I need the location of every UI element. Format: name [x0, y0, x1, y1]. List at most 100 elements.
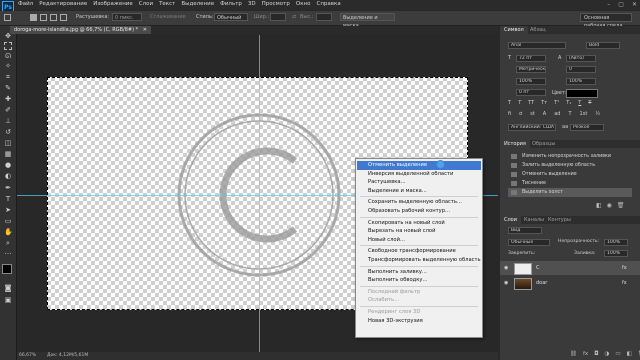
- type-tool-icon[interactable]: T: [4, 195, 12, 203]
- font-style-select[interactable]: Bold: [586, 42, 620, 49]
- context-menu-item[interactable]: Новая 3D-экструзия: [368, 317, 478, 326]
- vertical-guide[interactable]: [259, 35, 260, 352]
- history-item[interactable]: Тиснение: [508, 179, 632, 188]
- path-selection-tool-icon[interactable]: ➤: [4, 206, 12, 214]
- link-layers-icon[interactable]: ⛓: [570, 351, 577, 357]
- new-layer-icon[interactable]: ◧: [627, 351, 632, 357]
- leading-select[interactable]: (Авто): [566, 55, 596, 62]
- intersect-selection-icon[interactable]: [60, 14, 67, 21]
- close-button[interactable]: ✕: [632, 1, 637, 8]
- swash-button[interactable]: A: [543, 111, 546, 119]
- refine-edge-button[interactable]: Выделение и маска...: [340, 13, 395, 29]
- strikethrough-button[interactable]: T: [588, 100, 591, 108]
- lasso-tool-icon[interactable]: ᘏ: [4, 52, 12, 60]
- height-input[interactable]: [316, 13, 332, 21]
- delete-state-icon[interactable]: 🗑: [617, 202, 625, 209]
- tab-history[interactable]: История: [500, 140, 530, 148]
- menu-3d[interactable]: 3D: [248, 1, 256, 7]
- new-selection-icon[interactable]: [30, 14, 37, 21]
- menu-filter[interactable]: Фильтр: [220, 1, 242, 7]
- shape-tool-icon[interactable]: ▭: [4, 217, 12, 225]
- magic-wand-tool-icon[interactable]: ✧: [4, 62, 12, 70]
- history-brush-tool-icon[interactable]: ↺: [4, 128, 12, 136]
- add-mask-icon[interactable]: ◘: [594, 351, 598, 357]
- pen-tool-icon[interactable]: ✒: [4, 184, 12, 192]
- layer-row[interactable]: ◉ doar fx: [500, 276, 640, 290]
- history-item-selected[interactable]: Выделить холст: [508, 188, 632, 197]
- document-tab[interactable]: doroga-more-islandiia.jpg @ 66,7% (C, RG…: [10, 26, 151, 34]
- subtract-selection-icon[interactable]: [50, 14, 57, 21]
- eyedropper-tool-icon[interactable]: ✎: [4, 84, 12, 92]
- layer-filter-select[interactable]: Вид: [508, 227, 542, 234]
- tab-character[interactable]: Символ: [500, 26, 528, 34]
- menu-type[interactable]: Текст: [159, 1, 175, 7]
- width-input[interactable]: [270, 13, 286, 21]
- tab-swatches[interactable]: Образцы: [528, 140, 559, 148]
- adjustment-layer-icon[interactable]: ◑: [605, 351, 610, 357]
- titling-button[interactable]: T: [568, 111, 571, 119]
- workspace-select[interactable]: Основная рабочая среда: [580, 13, 632, 29]
- zoom-tool-icon[interactable]: ⌕: [4, 239, 12, 247]
- minimize-button[interactable]: –: [607, 1, 610, 8]
- quick-mask-icon[interactable]: ◙: [4, 284, 12, 292]
- subscript-button[interactable]: T₁: [566, 100, 571, 108]
- menu-help[interactable]: Справка: [316, 1, 340, 7]
- tab-paragraph[interactable]: Абзац: [526, 26, 550, 34]
- fractions-button[interactable]: ½: [595, 111, 600, 119]
- context-menu-item[interactable]: Трансформировать выделенную область: [368, 256, 481, 265]
- old-style-button[interactable]: ơ: [519, 111, 522, 119]
- blur-tool-icon[interactable]: ●: [4, 161, 12, 169]
- tab-paths[interactable]: Контуры: [544, 216, 575, 224]
- anti-alias-select[interactable]: Резкое: [570, 124, 604, 131]
- context-menu-item[interactable]: Образовать рабочий контур...: [368, 207, 478, 216]
- eraser-tool-icon[interactable]: ◫: [4, 139, 12, 147]
- faux-italic-button[interactable]: T: [518, 100, 521, 108]
- add-style-icon[interactable]: fx: [583, 351, 588, 357]
- zoom-level[interactable]: 66,67%: [19, 353, 36, 358]
- visibility-eye-icon[interactable]: ◉: [504, 276, 508, 290]
- history-item[interactable]: Отменить выделение: [508, 170, 632, 179]
- smooth-checkbox-label[interactable]: Сглаживание: [150, 14, 186, 20]
- gradient-tool-icon[interactable]: ▦: [4, 150, 12, 158]
- menu-window[interactable]: Окно: [296, 1, 311, 7]
- menu-file[interactable]: Файл: [18, 1, 33, 7]
- layer-name[interactable]: C: [536, 261, 540, 275]
- foreground-color-swatch[interactable]: [2, 264, 12, 274]
- layer-effects-icon[interactable]: fx: [622, 276, 627, 290]
- layer-row[interactable]: ◉ C fx: [500, 261, 640, 275]
- feather-input[interactable]: 0 пикс.: [112, 13, 142, 21]
- visibility-eye-icon[interactable]: ◉: [504, 261, 508, 275]
- crop-tool-icon[interactable]: ⌗: [4, 73, 12, 81]
- healing-brush-tool-icon[interactable]: ✚: [4, 95, 12, 103]
- rectangular-marquee-tool-icon[interactable]: [4, 42, 12, 50]
- fill-input[interactable]: 100%: [604, 250, 628, 257]
- menu-select[interactable]: Выделение: [181, 1, 214, 7]
- horizontal-scale-input[interactable]: 100%: [566, 78, 596, 85]
- new-group-icon[interactable]: ▭: [615, 351, 620, 357]
- opacity-input[interactable]: 100%: [604, 239, 628, 246]
- snapshot-icon[interactable]: ◉: [607, 202, 612, 209]
- swap-icon[interactable]: ⇄: [292, 14, 296, 20]
- baseline-shift-input[interactable]: 0 пт: [516, 89, 546, 96]
- vertical-scale-input[interactable]: 100%: [516, 78, 546, 85]
- blend-mode-select[interactable]: Обычные: [508, 239, 550, 246]
- menu-view[interactable]: Просмотр: [262, 1, 290, 7]
- menu-image[interactable]: Изображение: [93, 1, 133, 7]
- underline-button[interactable]: T: [578, 100, 581, 108]
- menu-layers[interactable]: Слои: [139, 1, 153, 7]
- clone-stamp-tool-icon[interactable]: ⊥: [4, 117, 12, 125]
- style-select[interactable]: Обычный: [214, 13, 248, 21]
- all-caps-button[interactable]: TT: [528, 100, 534, 108]
- context-menu-item[interactable]: Новый слой...: [368, 236, 478, 245]
- kerning-select[interactable]: Метрические: [516, 66, 546, 73]
- stylistic-alternates-button[interactable]: ad: [554, 111, 560, 119]
- layer-effects-icon[interactable]: fx: [622, 261, 627, 275]
- context-menu-item[interactable]: Выполнить обводку...: [368, 276, 478, 285]
- hand-tool-icon[interactable]: ✋: [4, 228, 13, 236]
- history-item[interactable]: Изменить непрозрачность заливки: [508, 152, 632, 161]
- context-menu-item[interactable]: Выделение и маска...: [368, 187, 478, 196]
- dodge-tool-icon[interactable]: ◐: [4, 172, 12, 180]
- font-family-select[interactable]: Arial: [508, 42, 566, 49]
- screen-mode-icon[interactable]: ▣: [4, 296, 12, 304]
- close-tab-icon[interactable]: ✕: [143, 27, 147, 33]
